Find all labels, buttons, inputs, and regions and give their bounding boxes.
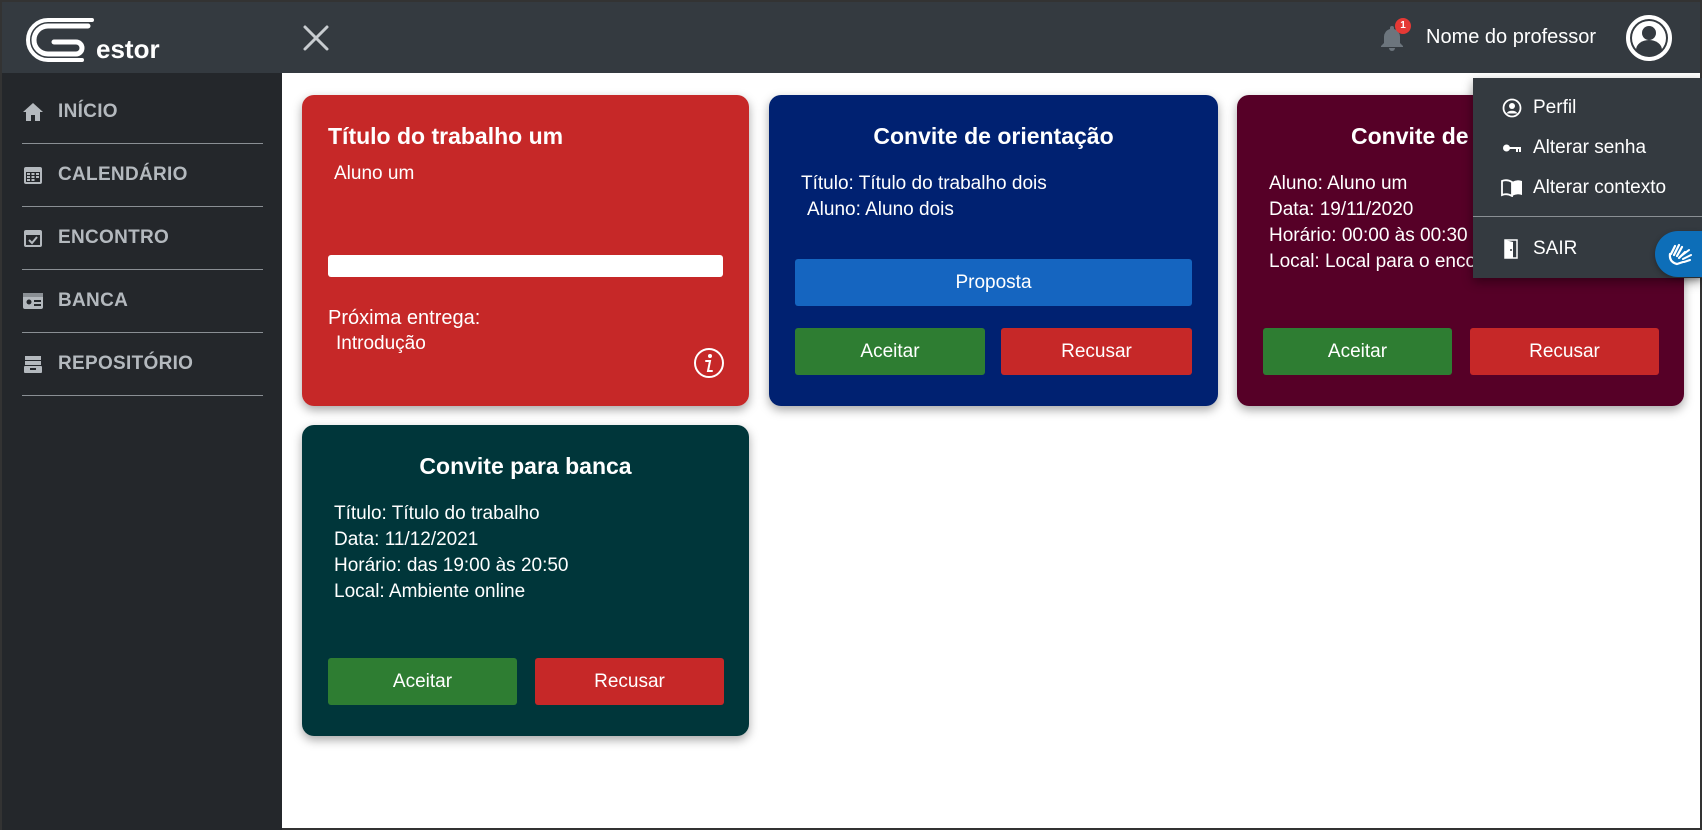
- sidebar-item-label: BANCA: [58, 290, 129, 311]
- menu-item-alterar-contexto[interactable]: Alterar contexto: [1473, 171, 1702, 205]
- board-date: Data: 11/12/2021: [334, 529, 479, 550]
- calendar-icon: [22, 164, 44, 186]
- board-title: Convite para banca: [419, 453, 632, 479]
- sidebar-item-label: INÍCIO: [58, 101, 118, 122]
- menu-item-label: Alterar contexto: [1533, 177, 1667, 198]
- top-header: estor 1 Nome do professor: [2, 2, 1700, 73]
- sign-language-hands-icon: [1668, 243, 1692, 266]
- board-location: Local: Ambiente online: [334, 581, 526, 602]
- info-icon[interactable]: [693, 347, 725, 379]
- orientation-student: Aluno: Aluno dois: [807, 199, 954, 220]
- next-delivery-label: Próxima entrega:: [328, 307, 481, 329]
- board-time: Horário: das 19:00 às 20:50: [334, 555, 569, 576]
- menu-item-perfil[interactable]: Perfil: [1473, 91, 1702, 125]
- door-icon: [1501, 238, 1523, 260]
- notifications-button[interactable]: 1: [1379, 18, 1411, 54]
- sidebar-item-calendario[interactable]: CALENDÁRIO: [22, 144, 263, 207]
- book-icon: [1501, 177, 1523, 199]
- logo-text: estor: [96, 34, 160, 64]
- reject-meeting-button[interactable]: Recusar: [1470, 328, 1659, 375]
- next-delivery-value: Introdução: [336, 333, 426, 354]
- menu-item-label: Alterar senha: [1533, 137, 1647, 158]
- user-circle-icon: [1501, 97, 1523, 119]
- sidebar-item-repositorio[interactable]: REPOSITÓRIO: [22, 333, 263, 396]
- sidebar-item-label: CALENDÁRIO: [58, 164, 188, 185]
- calendar-check-icon: [22, 227, 44, 249]
- meeting-time: Horário: 00:00 às 00:30: [1269, 225, 1468, 246]
- proposal-button[interactable]: Proposta: [795, 259, 1192, 306]
- user-name[interactable]: Nome do professor: [1426, 26, 1596, 49]
- menu-item-label: Perfil: [1533, 97, 1577, 118]
- sidebar-item-inicio[interactable]: INÍCIO: [22, 81, 263, 144]
- accessibility-button[interactable]: [1655, 231, 1702, 277]
- sidebar-item-banca[interactable]: BANCA: [22, 270, 263, 333]
- reject-orientation-button[interactable]: Recusar: [1001, 328, 1192, 375]
- home-icon: [22, 101, 44, 123]
- menu-divider: [1473, 216, 1702, 217]
- board-work-title: Título: Título do trabalho: [334, 503, 540, 524]
- menu-item-alterar-senha[interactable]: Alterar senha: [1473, 131, 1702, 165]
- accept-orientation-button[interactable]: Aceitar: [795, 328, 985, 375]
- meeting-location: Local: Local para o enco: [1269, 251, 1477, 272]
- orientation-title: Convite de orientação: [873, 123, 1114, 149]
- meeting-student: Aluno: Aluno um: [1269, 173, 1408, 194]
- accept-meeting-button[interactable]: Aceitar: [1263, 328, 1452, 375]
- meeting-date: Data: 19/11/2020: [1269, 199, 1414, 220]
- sidebar: INÍCIO CALENDÁRIO ENCONTRO BANCA REPOSIT…: [2, 73, 282, 830]
- sidebar-item-encontro[interactable]: ENCONTRO: [22, 207, 263, 270]
- logo-g-icon: [26, 18, 94, 62]
- orientation-invite-card: Convite de orientação Título: Título do …: [769, 95, 1218, 406]
- work-card[interactable]: Título do trabalho um Aluno um Próxima e…: [302, 95, 749, 406]
- accept-board-button[interactable]: Aceitar: [328, 658, 517, 705]
- work-progress-bar: [328, 255, 723, 277]
- user-avatar-icon[interactable]: [1625, 14, 1673, 62]
- work-title: Título do trabalho um: [328, 123, 564, 149]
- board-invite-card: Convite para banca Título: Título do tra…: [302, 425, 749, 736]
- reject-board-button[interactable]: Recusar: [535, 658, 724, 705]
- key-icon: [1501, 137, 1523, 159]
- sidebar-item-label: ENCONTRO: [58, 227, 170, 248]
- menu-item-label: SAIR: [1533, 238, 1578, 259]
- notification-badge: 1: [1395, 18, 1411, 34]
- orientation-work-title: Título: Título do trabalho dois: [801, 173, 1047, 194]
- gestor-logo[interactable]: estor: [26, 14, 160, 62]
- id-card-icon: [22, 290, 44, 312]
- work-student: Aluno um: [334, 163, 415, 184]
- archive-icon: [22, 353, 44, 375]
- sidebar-item-label: REPOSITÓRIO: [58, 353, 194, 374]
- meeting-title: Convite de: [1351, 123, 1469, 149]
- close-sidebar-icon[interactable]: [300, 22, 332, 54]
